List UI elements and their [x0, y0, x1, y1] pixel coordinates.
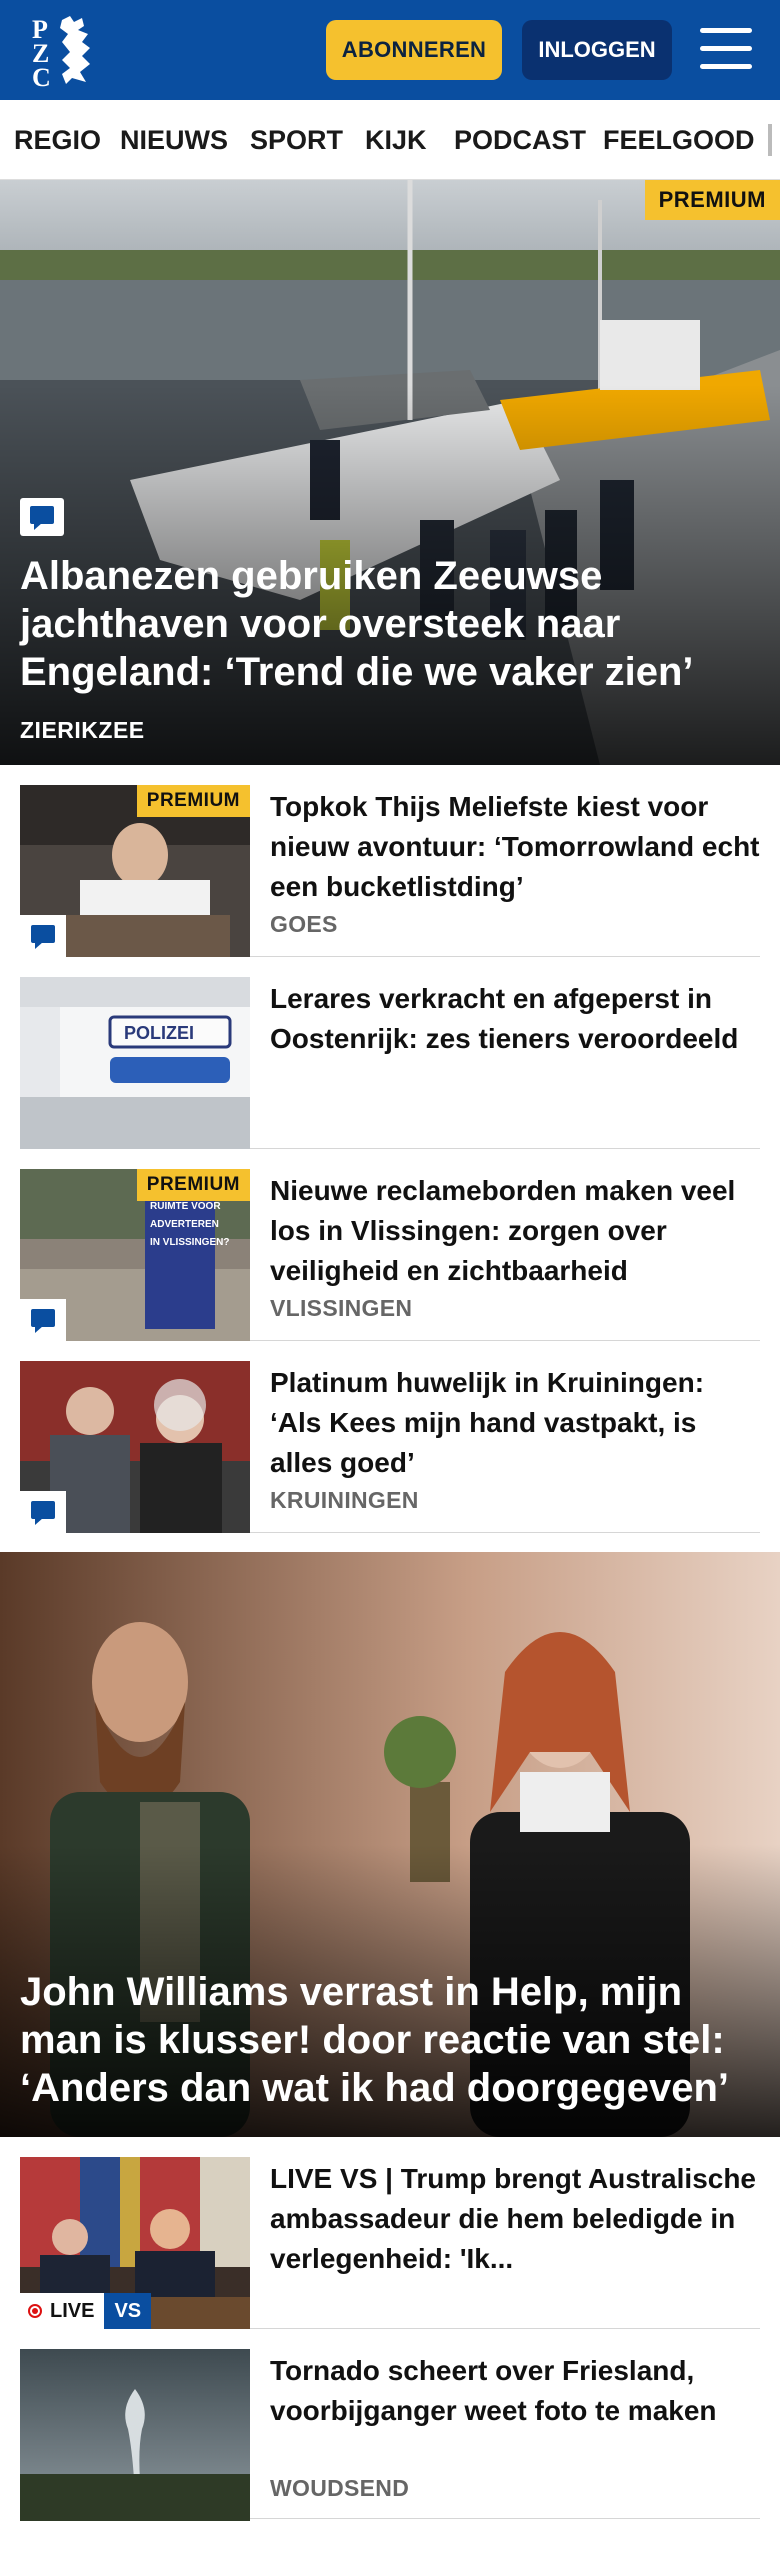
article-headline[interactable]: Tornado scheert over Friesland, voorbijg… — [270, 2351, 760, 2431]
comment-icon — [20, 1491, 66, 1533]
comment-icon — [20, 498, 64, 536]
hamburger-menu-icon[interactable] — [700, 26, 752, 72]
subscribe-button[interactable]: ABONNEREN — [326, 20, 502, 80]
article-thumbnail[interactable] — [20, 1361, 250, 1533]
hero-headline[interactable]: Albanezen gebruiken Zeeuwse jachthaven v… — [20, 552, 740, 696]
feature-headline[interactable]: John Williams verrast in Help, mijn man … — [20, 1968, 760, 2112]
hero-region-label: ZIERIKZEE — [20, 717, 145, 743]
article-region: VLISSINGEN — [270, 1295, 413, 1321]
svg-text:IN VLISSINGEN?: IN VLISSINGEN? — [150, 1237, 229, 1248]
article-thumbnail[interactable]: RUIMTE VOOR ADVERTEREN IN VLISSINGEN? PR… — [20, 1169, 250, 1341]
article-region: KRUININGEN — [270, 1487, 419, 1513]
article-item[interactable]: PREMIUM Topkok Thijs Meliefste kiest voo… — [20, 765, 760, 957]
premium-badge: PREMIUM — [644, 180, 780, 220]
article-item[interactable]: RUIMTE VOOR ADVERTEREN IN VLISSINGEN? PR… — [20, 1149, 760, 1341]
nav-overflow-hint — [768, 124, 772, 156]
article-item[interactable]: POLIZEI Lerares verkracht en afgeperst i… — [20, 957, 760, 1149]
section-nav: REGIO NIEUWS SPORT KIJK PODCAST FEELGOOD — [0, 100, 780, 180]
nav-item-regio[interactable]: REGIO — [14, 100, 101, 179]
svg-text:POLIZEI: POLIZEI — [124, 1023, 194, 1043]
nav-item-sport[interactable]: SPORT — [250, 100, 343, 179]
article-headline[interactable]: Nieuwe reclameborden maken veel los in V… — [270, 1171, 760, 1291]
article-region: GOES — [270, 911, 338, 937]
nav-item-kijk[interactable]: KIJK — [365, 100, 427, 179]
article-headline[interactable]: Topkok Thijs Meliefste kiest voor nieuw … — [270, 787, 760, 907]
article-headline[interactable]: Lerares verkracht en afgeperst in Oosten… — [270, 979, 760, 1059]
article-headline[interactable]: LIVE VS | Trump brengt Australi­sche amb… — [270, 2159, 760, 2279]
comment-icon — [20, 1299, 66, 1341]
premium-badge: PREMIUM — [136, 1169, 250, 1201]
live-label: LIVE — [50, 2299, 95, 2322]
live-badge: LIVE VS — [20, 2293, 152, 2329]
premium-badge: PREMIUM — [136, 785, 250, 817]
live-dot-icon — [28, 2304, 42, 2318]
pzc-logo[interactable]: P Z C — [26, 12, 116, 92]
article-thumbnail[interactable]: PREMIUM — [20, 785, 250, 957]
site-header: P Z C ABONNEREN INLOGGEN — [0, 0, 780, 100]
article-item[interactable]: Tornado scheert over Friesland, voorbijg… — [20, 2329, 760, 2521]
svg-text:ADVERTEREN: ADVERTEREN — [150, 1219, 219, 1230]
nav-item-feelgood[interactable]: FEELGOOD — [603, 100, 755, 179]
login-button[interactable]: INLOGGEN — [522, 20, 672, 80]
svg-text:C: C — [32, 63, 51, 88]
billboard-sign-text: RUIMTE VOOR — [150, 1201, 221, 1212]
article-item[interactable]: LIVE VS LIVE VS | Trump brengt Australi­… — [20, 2137, 760, 2329]
article-thumbnail[interactable]: POLIZEI — [20, 977, 250, 1149]
nav-item-nieuws[interactable]: NIEUWS — [120, 100, 228, 179]
article-thumbnail[interactable] — [20, 2349, 250, 2521]
hero-article[interactable]: PREMIUM Albanezen gebruiken Zeeuwse jach… — [0, 180, 780, 765]
article-region: WOUDSEND — [270, 2475, 410, 2501]
article-item[interactable]: Platinum huwelijk in Kruiningen: ‘Als Ke… — [20, 1341, 760, 1533]
topic-label: VS — [104, 2293, 152, 2329]
comment-icon — [20, 915, 66, 957]
nav-item-podcast[interactable]: PODCAST — [454, 100, 586, 179]
feature-article[interactable]: John Williams verrast in Help, mijn man … — [0, 1552, 780, 2137]
article-headline[interactable]: Platinum huwelijk in Kruiningen: ‘Als Ke… — [270, 1363, 760, 1483]
article-thumbnail[interactable]: LIVE VS — [20, 2157, 250, 2329]
